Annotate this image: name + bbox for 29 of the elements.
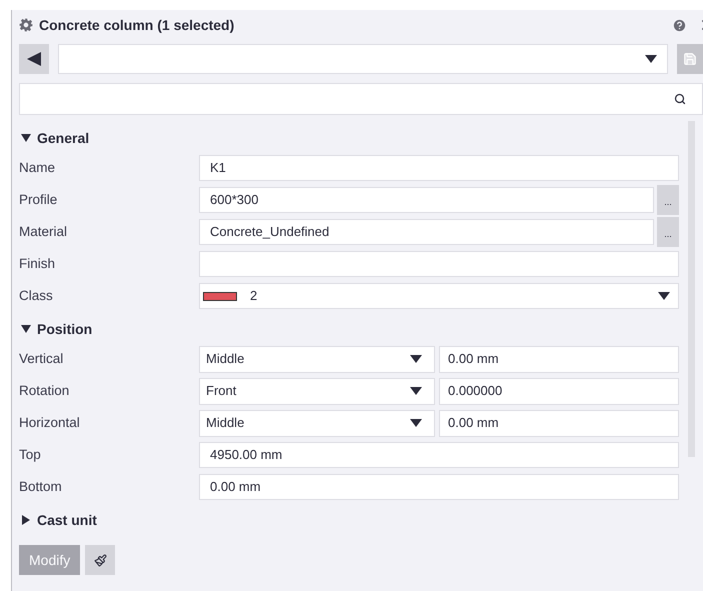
section-header[interactable]: General: [19, 121, 679, 155]
property-label: Vertical: [19, 350, 64, 368]
dropdown[interactable]: Middle: [199, 410, 435, 436]
property-label: Profile: [19, 190, 58, 209]
class-value: 2: [250, 287, 258, 306]
input-field[interactable]: 0.000000: [439, 378, 679, 404]
section-header[interactable]: Position: [19, 312, 679, 346]
input-field[interactable]: 4950.00 mm: [199, 442, 679, 468]
property-label: Name: [19, 158, 56, 177]
property-label: Finish: [19, 254, 56, 273]
browse-button[interactable]: ...: [657, 217, 679, 247]
input-field[interactable]: 0.00 mm: [439, 410, 679, 436]
property-label: Top: [19, 446, 42, 464]
browse-button[interactable]: ...: [657, 185, 679, 215]
class-dropdown[interactable]: 2: [199, 283, 679, 309]
section-header[interactable]: Cast unit: [19, 503, 679, 537]
property-label: Material: [19, 222, 68, 241]
panel-title: Concrete column (1 selected): [39, 16, 236, 35]
property-label: Bottom: [19, 478, 63, 496]
property-label: Horizontal: [19, 414, 81, 432]
property-label: Class: [19, 286, 54, 305]
input-field[interactable]: Concrete_Undefined: [199, 219, 654, 245]
input-field[interactable]: 0.00 mm: [439, 346, 679, 372]
input-field[interactable]: 0.00 mm: [199, 474, 679, 500]
input-field[interactable]: 600*300: [199, 187, 654, 213]
property-label: Rotation: [19, 382, 70, 400]
dropdown[interactable]: Middle: [199, 346, 435, 372]
dropdown[interactable]: Front: [199, 378, 435, 404]
input-field[interactable]: K1: [199, 155, 679, 181]
